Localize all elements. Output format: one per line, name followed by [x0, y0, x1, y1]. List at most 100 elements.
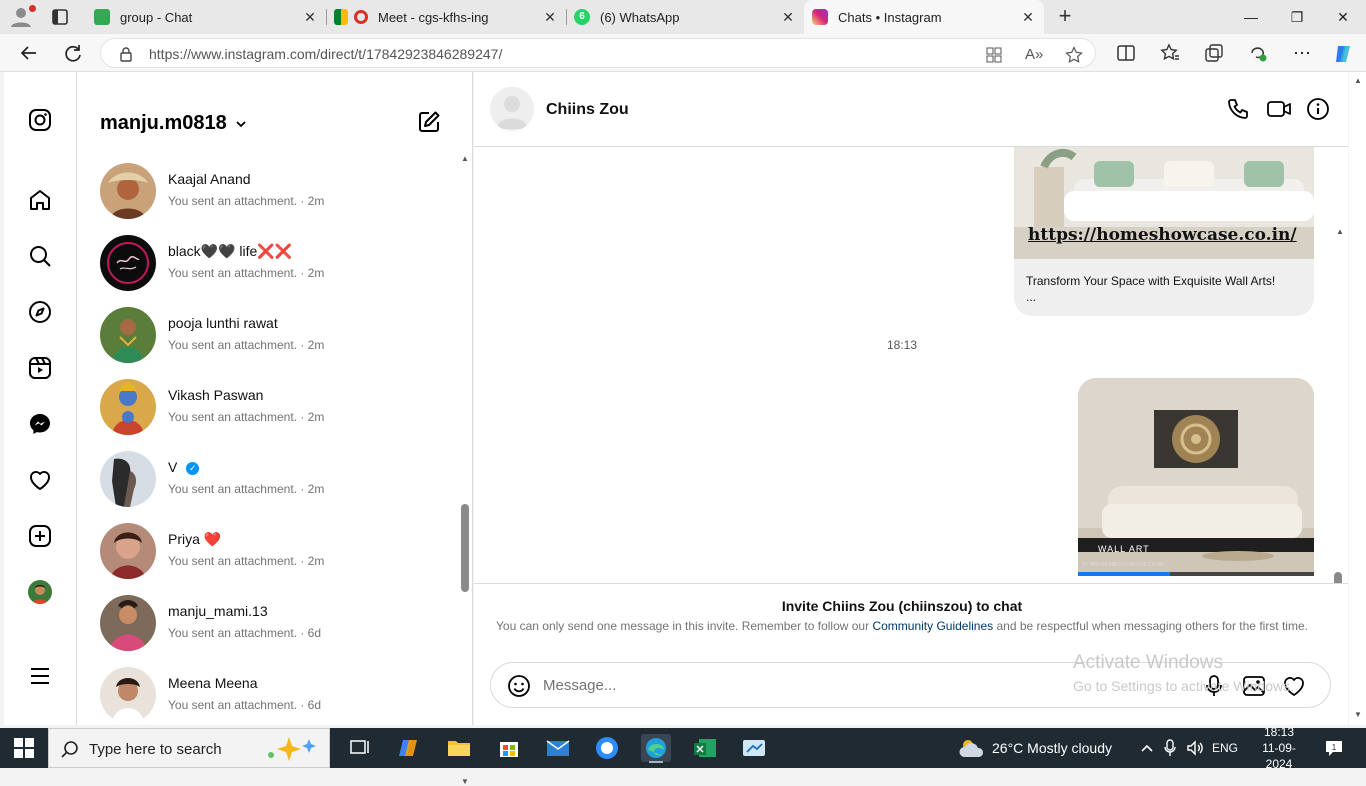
like-heart-icon[interactable]: [1282, 674, 1306, 698]
edge-browser-icon[interactable]: [641, 734, 671, 763]
tab-title: Meet - cgs-kfhs-ing: [378, 9, 489, 25]
new-message-icon[interactable]: [417, 110, 441, 134]
volume-icon[interactable]: [1186, 728, 1204, 768]
list-item[interactable]: pooja lunthi rawat You sent an attachmen…: [100, 307, 450, 365]
page-scrollbar[interactable]: ▲ ▼: [1349, 72, 1366, 725]
network-icon[interactable]: [1163, 728, 1177, 768]
contact-avatar[interactable]: [490, 87, 534, 131]
show-hidden-icons-icon[interactable]: [1140, 728, 1154, 768]
refresh-icon[interactable]: [62, 42, 84, 64]
zoom-icon[interactable]: [592, 734, 622, 762]
close-tab-icon[interactable]: ✕: [302, 9, 318, 25]
notifications-icon[interactable]: 1: [1324, 728, 1344, 768]
list-item[interactable]: V ✓ You sent an attachment. · 2m: [100, 451, 450, 509]
app-available-icon[interactable]: [985, 46, 1003, 64]
close-window-button[interactable]: ✕: [1332, 6, 1354, 28]
reels-icon[interactable]: [28, 356, 52, 380]
contact-name[interactable]: Chiins Zou: [546, 101, 629, 119]
home-icon[interactable]: [28, 188, 52, 212]
list-item[interactable]: manju_mami.13 You sent an attachment. · …: [100, 595, 450, 653]
account-switcher[interactable]: manju.m0818: [100, 112, 247, 135]
language-indicator[interactable]: ENG: [1212, 728, 1238, 768]
image-message[interactable]: WALL ART HTTPS://HOMESHOWCASE.CO.IN/: [1078, 378, 1314, 576]
close-tab-icon[interactable]: ✕: [1020, 9, 1036, 25]
scroll-up-icon[interactable]: ▲: [1354, 76, 1362, 85]
community-guidelines-link[interactable]: Community Guidelines: [872, 619, 993, 633]
invite-title: Invite Chiins Zou (chiinszou) to chat: [781, 598, 1023, 614]
scrollbar-thumb[interactable]: [461, 504, 469, 592]
chat-preview: You sent an attachment. · 2m: [168, 338, 325, 352]
task-view-icon[interactable]: [345, 734, 375, 762]
search-icon[interactable]: [28, 244, 52, 268]
link-preview-url[interactable]: https://homeshowcase.co.in/: [1028, 225, 1297, 245]
tab-group-chat[interactable]: group - Chat ✕: [86, 0, 327, 34]
restore-button[interactable]: ❐: [1286, 6, 1308, 28]
tab-instagram[interactable]: Chats • Instagram ✕: [804, 0, 1044, 34]
list-item[interactable]: Vikash Paswan You sent an attachment. · …: [100, 379, 450, 437]
excel-icon[interactable]: [690, 734, 720, 762]
lock-icon[interactable]: [119, 46, 133, 62]
create-icon[interactable]: [28, 524, 52, 548]
message-input[interactable]: Message...: [543, 677, 616, 694]
tab-meet[interactable]: Meet - cgs-kfhs-ing ✕: [326, 0, 567, 34]
chat-list-panel: manju.m0818 Kaajal Anand You sent an att…: [77, 72, 473, 786]
gallery-icon[interactable]: [1242, 674, 1266, 698]
copilot-taskbar-icon[interactable]: [395, 734, 425, 762]
tab-whatsapp[interactable]: 6 (6) WhatsApp ✕: [566, 0, 804, 34]
close-tab-icon[interactable]: ✕: [780, 9, 796, 25]
instagram-icon: [812, 9, 828, 25]
profile-avatar[interactable]: [28, 580, 52, 604]
tab-title: group - Chat: [120, 9, 193, 25]
close-tab-icon[interactable]: ✕: [542, 9, 558, 25]
clock[interactable]: 18:13 11-09-2024: [1250, 725, 1308, 771]
read-aloud-icon[interactable]: A»: [1025, 46, 1043, 64]
scroll-down-icon[interactable]: ▼: [461, 777, 469, 786]
instagram-sidebar: [4, 72, 77, 725]
scroll-up-icon[interactable]: ▲: [1336, 227, 1344, 236]
browser-essentials-icon[interactable]: [1248, 43, 1268, 63]
weather-widget[interactable]: 26°C Mostly cloudy: [958, 728, 1112, 768]
link-preview-card[interactable]: https://homeshowcase.co.in/ Transform Yo…: [1014, 147, 1314, 316]
chat-list-scrollbar[interactable]: ▲ ▼: [461, 154, 471, 786]
mail-icon[interactable]: [543, 734, 573, 762]
tab-actions-icon[interactable]: [50, 7, 70, 27]
favorites-icon[interactable]: [1160, 43, 1180, 63]
back-icon[interactable]: [18, 42, 40, 64]
message-composer[interactable]: Message...: [490, 662, 1331, 708]
split-screen-icon[interactable]: [1116, 43, 1136, 63]
video-call-icon[interactable]: [1266, 97, 1291, 121]
remote-desktop-icon[interactable]: [739, 734, 769, 762]
account-username: manju.m0818: [100, 112, 227, 134]
favorite-star-icon[interactable]: [1065, 46, 1083, 64]
address-bar[interactable]: https://www.instagram.com/direct/t/17842…: [100, 38, 1096, 68]
menu-hamburger-icon[interactable]: [28, 664, 52, 688]
microphone-icon[interactable]: [1202, 674, 1226, 698]
scroll-down-icon[interactable]: ▼: [1354, 710, 1362, 719]
list-item[interactable]: Kaajal Anand You sent an attachment. · 2…: [100, 163, 450, 221]
messenger-icon[interactable]: [28, 412, 52, 436]
notifications-heart-icon[interactable]: [28, 468, 52, 492]
windows-start-icon[interactable]: [14, 738, 34, 758]
emoji-icon[interactable]: [507, 674, 531, 698]
collections-icon[interactable]: [1204, 43, 1224, 63]
new-tab-button[interactable]: +: [1054, 5, 1076, 28]
instagram-logo-icon[interactable]: [28, 108, 52, 132]
profile-avatar-icon[interactable]: [8, 5, 36, 29]
explore-compass-icon[interactable]: [28, 300, 52, 324]
phone-call-icon[interactable]: [1226, 97, 1250, 121]
taskbar-search[interactable]: Type here to search: [48, 728, 330, 768]
conversation-info-icon[interactable]: [1306, 97, 1330, 121]
list-item[interactable]: black🖤🖤 life❌❌ You sent an attachment. ·…: [100, 235, 450, 293]
minimize-button[interactable]: —: [1240, 6, 1262, 28]
list-item[interactable]: Meena Meena You sent an attachment. · 6d: [100, 667, 450, 725]
scroll-up-icon[interactable]: ▲: [461, 154, 469, 163]
image-site-text: HTTPS://HOMESHOWCASE.CO.IN/: [1082, 562, 1164, 568]
copilot-icon[interactable]: [1332, 43, 1352, 63]
url-text[interactable]: https://www.instagram.com/direct/t/17842…: [149, 46, 502, 62]
more-options-icon[interactable]: ···: [1292, 43, 1312, 63]
list-item[interactable]: Priya ❤️ You sent an attachment. · 2m: [100, 523, 450, 581]
thread-scrollbar[interactable]: ▲ ▽ ▼: [1334, 227, 1344, 584]
file-explorer-icon[interactable]: [444, 734, 474, 762]
google-meet-icon: [334, 9, 348, 25]
microsoft-store-icon[interactable]: [494, 734, 524, 762]
